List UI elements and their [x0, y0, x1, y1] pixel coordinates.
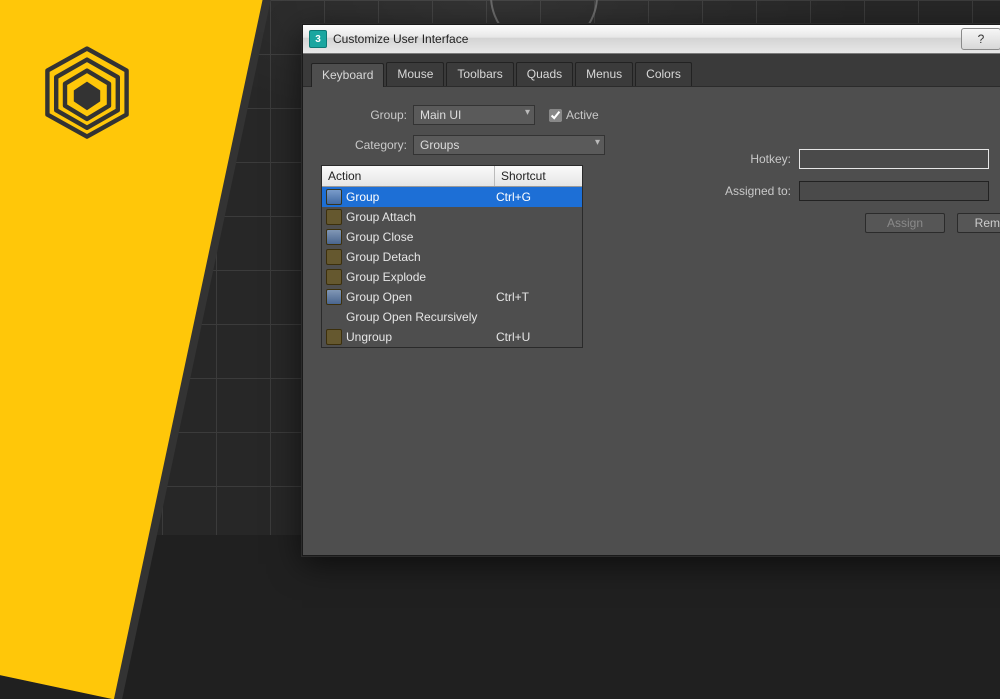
- tab-menus[interactable]: Menus: [575, 62, 633, 86]
- action-icon: [326, 289, 342, 305]
- action-row[interactable]: Group Attach: [322, 207, 582, 227]
- left-column: Group: Main UI Active Category: Groups: [321, 105, 661, 555]
- action-name: Group Detach: [346, 250, 496, 264]
- assign-button[interactable]: Assign: [865, 213, 945, 233]
- remove-button[interactable]: Remove: [957, 213, 1000, 233]
- action-table-header: Action Shortcut: [322, 166, 582, 187]
- right-column: Hotkey: Assigned to: Assign Remove: [701, 105, 1000, 555]
- assign-remove-group: Assign Remove: [701, 213, 1000, 233]
- assigned-to-label: Assigned to:: [701, 184, 791, 198]
- assigned-to-field: [799, 181, 989, 201]
- customize-ui-dialog: 3 Customize User Interface ? KeyboardMou…: [302, 24, 1000, 556]
- action-row[interactable]: Group Explode: [322, 267, 582, 287]
- action-icon: [326, 329, 342, 345]
- action-name: Group: [346, 190, 496, 204]
- tab-toolbars[interactable]: Toolbars: [446, 62, 513, 86]
- active-checkbox[interactable]: [549, 109, 562, 122]
- action-name: Group Explode: [346, 270, 496, 284]
- action-row[interactable]: Group OpenCtrl+T: [322, 287, 582, 307]
- tab-colors[interactable]: Colors: [635, 62, 692, 86]
- help-button[interactable]: ?: [961, 28, 1000, 50]
- column-shortcut[interactable]: Shortcut: [495, 166, 582, 186]
- action-name: Group Open Recursively: [346, 310, 496, 324]
- action-row[interactable]: GroupCtrl+G: [322, 187, 582, 207]
- active-checkbox-wrap[interactable]: Active: [549, 108, 635, 122]
- tab-mouse[interactable]: Mouse: [386, 62, 444, 86]
- action-icon: [326, 189, 342, 205]
- dialog-body: Group: Main UI Active Category: Groups: [303, 87, 1000, 555]
- titlebar[interactable]: 3 Customize User Interface ?: [303, 25, 1000, 54]
- action-name: Group Open: [346, 290, 496, 304]
- window-title: Customize User Interface: [333, 32, 955, 46]
- action-row[interactable]: Group Open Recursively: [322, 307, 582, 327]
- action-shortcut: Ctrl+T: [496, 290, 578, 304]
- column-action[interactable]: Action: [322, 166, 495, 186]
- active-label: Active: [566, 108, 599, 122]
- hotkey-input[interactable]: [799, 149, 989, 169]
- action-row[interactable]: Group Close: [322, 227, 582, 247]
- action-icon: [326, 269, 342, 285]
- action-icon: [326, 249, 342, 265]
- action-icon: [326, 209, 342, 225]
- action-row[interactable]: Group Detach: [322, 247, 582, 267]
- tab-quads[interactable]: Quads: [516, 62, 573, 86]
- app-icon: 3: [309, 30, 327, 48]
- brand-logo: [32, 42, 142, 155]
- tab-keyboard[interactable]: Keyboard: [311, 63, 384, 87]
- action-icon: [326, 229, 342, 245]
- action-shortcut: Ctrl+U: [496, 330, 578, 344]
- action-table[interactable]: Action Shortcut GroupCtrl+GGroup AttachG…: [321, 165, 583, 348]
- group-select[interactable]: Main UI: [413, 105, 535, 125]
- action-name: Ungroup: [346, 330, 496, 344]
- tab-strip: KeyboardMouseToolbarsQuadsMenusColors: [303, 54, 1000, 87]
- action-name: Group Close: [346, 230, 496, 244]
- category-label: Category:: [321, 138, 407, 152]
- action-shortcut: Ctrl+G: [496, 190, 578, 204]
- hotkey-label: Hotkey:: [701, 152, 791, 166]
- action-name: Group Attach: [346, 210, 496, 224]
- action-row[interactable]: UngroupCtrl+U: [322, 327, 582, 347]
- category-select[interactable]: Groups: [413, 135, 605, 155]
- group-label: Group:: [321, 108, 407, 122]
